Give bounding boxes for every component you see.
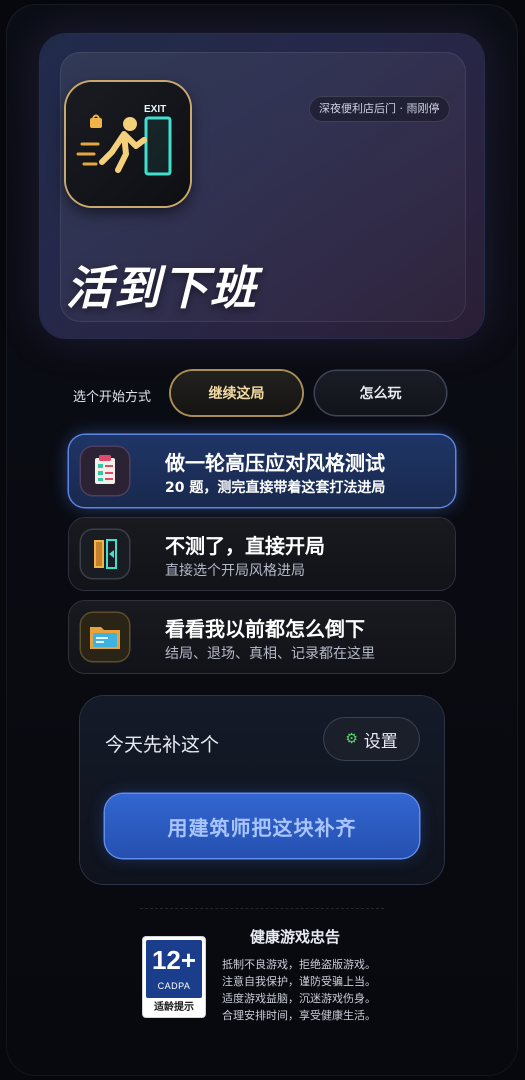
notice-line: 抵制不良游戏，拒绝盗版游戏。: [222, 958, 376, 971]
age-rating-badge: 12+ CADPA 适龄提示: [142, 936, 206, 1018]
game-title: 活到下班: [66, 261, 258, 315]
start-mode-label: 选个开始方式: [73, 390, 152, 405]
option-subtitle: 结局、退场、真相、记录都在这里: [165, 646, 375, 662]
daily-task-title: 今天先补这个: [105, 734, 220, 756]
rating-caption: 适龄提示: [154, 1002, 194, 1013]
how-to-play-button[interactable]: 怎么玩: [315, 371, 446, 415]
location-badge: 深夜便利店后门 · 雨刚停: [309, 96, 450, 122]
exit-sign-text: EXIT: [144, 104, 166, 115]
continue-button[interactable]: 继续这局: [171, 371, 302, 415]
builder-fill-button[interactable]: 用建筑师把这块补齐: [105, 794, 419, 858]
footer-divider: [140, 908, 384, 909]
folder-records-icon: [81, 613, 129, 661]
settings-button[interactable]: ⚙ 设置: [324, 718, 419, 760]
door-start-icon: [81, 530, 129, 578]
gear-icon: ⚙: [345, 731, 358, 747]
app-icon: EXIT: [66, 82, 190, 206]
daily-task-card: 今天先补这个 ⚙ 设置 用建筑师把这块补齐: [80, 696, 444, 884]
health-notice-title: 健康游戏忠告: [250, 928, 341, 946]
health-notice-text: 抵制不良游戏，拒绝盗版游戏。 注意自我保护，谨防受骗上当。 适度游戏益脑，沉迷游…: [222, 956, 376, 1024]
option-title: 看看我以前都怎么倒下: [165, 617, 365, 641]
exit-runner-icon: EXIT: [66, 82, 190, 206]
option-title: 做一轮高压应对风格测试: [165, 451, 385, 475]
option-title: 不测了，直接开局: [165, 534, 325, 558]
notice-line: 合理安排时间，享受健康生活。: [222, 1009, 376, 1022]
option-subtitle: 直接选个开局风格进局: [165, 563, 305, 579]
option-past-records[interactable]: 看看我以前都怎么倒下 结局、退场、真相、记录都在这里: [69, 601, 455, 673]
clipboard-test-icon: [81, 447, 129, 495]
rating-org: CADPA: [157, 981, 191, 991]
settings-label: 设置: [363, 731, 398, 752]
age-rating-number: 12+: [151, 945, 197, 975]
option-direct-start[interactable]: 不测了，直接开局 直接选个开局风格进局: [69, 518, 455, 590]
option-subtitle: 20 题，测完直接带着这套打法进局: [165, 480, 386, 496]
notice-line: 注意自我保护，谨防受骗上当。: [222, 975, 376, 988]
option-style-test[interactable]: 做一轮高压应对风格测试 20 题，测完直接带着这套打法进局: [69, 435, 455, 507]
notice-line: 适度游戏益脑，沉迷游戏伤身。: [222, 992, 376, 1005]
